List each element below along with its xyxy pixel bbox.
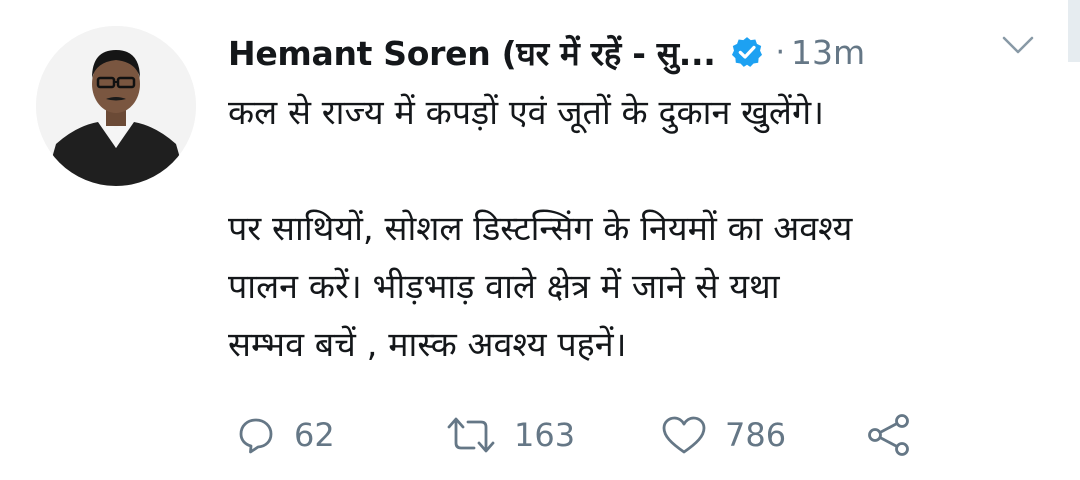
like-count: 786: [725, 416, 787, 454]
reply-icon: [236, 415, 276, 455]
reply-count: 62: [294, 416, 335, 454]
tweet-text-line: पालन करें। भीड़भाड़ वाले क्षेत्र में जान…: [228, 267, 780, 307]
paragraph-break: [228, 142, 1058, 200]
retweet-icon: [446, 415, 496, 455]
tweet-text-line: पर साथियों, सोशल डिस्टन्सिंग के नियमों क…: [228, 209, 853, 249]
separator-dot: ·: [775, 34, 786, 70]
tweet-text-line: सम्भव बचें , मास्क अवश्य पहनें।: [228, 325, 627, 365]
chevron-down-icon[interactable]: [1000, 34, 1036, 58]
person-portrait-icon: [36, 26, 196, 186]
share-icon: [866, 413, 912, 457]
retweet-count: 163: [514, 416, 576, 454]
tweet-actions: 62 163 786: [236, 410, 912, 460]
tweet-text-line: कल से राज्य में कपड़ों एवं जूतों के दुका…: [228, 93, 825, 133]
tweet-body: कल से राज्य में कपड़ों एवं जूतों के दुका…: [228, 84, 1058, 374]
verified-badge-icon: [730, 35, 764, 69]
tweet-header: Hemant Soren (घर में रहें - सु... · 13m: [228, 26, 865, 78]
retweet-button[interactable]: 163: [446, 415, 661, 455]
like-button[interactable]: 786: [661, 415, 866, 455]
profile-avatar[interactable]: [36, 26, 196, 186]
display-name[interactable]: Hemant Soren (घर में रहें - सु...: [228, 30, 716, 75]
tweet-timestamp[interactable]: 13m: [791, 33, 865, 72]
share-button[interactable]: [866, 413, 912, 457]
heart-icon: [661, 415, 707, 455]
scroll-edge: [1068, 0, 1080, 62]
reply-button[interactable]: 62: [236, 415, 446, 455]
